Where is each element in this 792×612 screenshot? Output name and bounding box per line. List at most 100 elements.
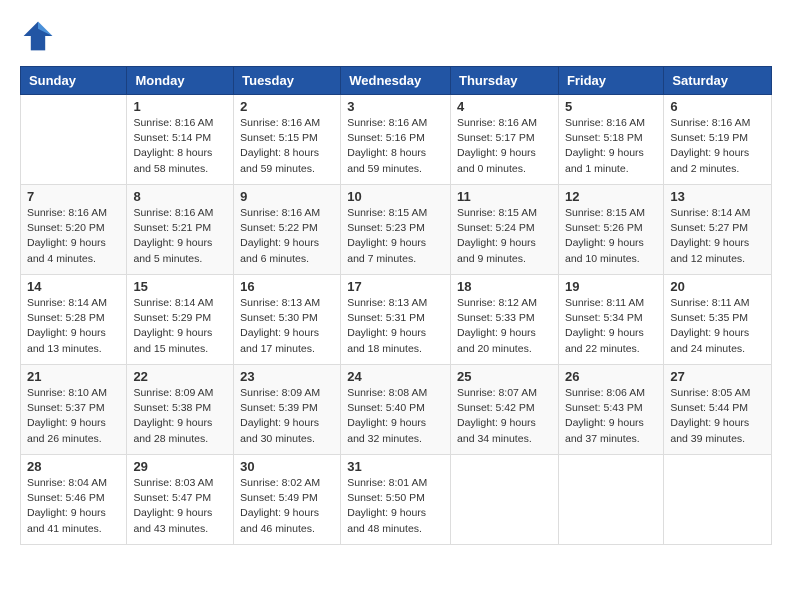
day-number: 23 <box>240 369 334 384</box>
calendar-header-row: SundayMondayTuesdayWednesdayThursdayFrid… <box>21 67 772 95</box>
day-info: Sunrise: 8:16 AMSunset: 5:21 PMDaylight:… <box>133 206 227 267</box>
calendar-day-cell: 20 Sunrise: 8:11 AMSunset: 5:35 PMDaylig… <box>664 275 772 365</box>
day-number: 10 <box>347 189 444 204</box>
calendar-day-cell: 14 Sunrise: 8:14 AMSunset: 5:28 PMDaylig… <box>21 275 127 365</box>
day-number: 9 <box>240 189 334 204</box>
day-info: Sunrise: 8:14 AMSunset: 5:28 PMDaylight:… <box>27 296 120 357</box>
calendar-day-cell: 25 Sunrise: 8:07 AMSunset: 5:42 PMDaylig… <box>451 365 559 455</box>
day-info: Sunrise: 8:08 AMSunset: 5:40 PMDaylight:… <box>347 386 444 447</box>
weekday-header: Monday <box>127 67 234 95</box>
calendar-week-row: 1 Sunrise: 8:16 AMSunset: 5:14 PMDayligh… <box>21 95 772 185</box>
calendar-day-cell <box>451 455 559 545</box>
day-number: 15 <box>133 279 227 294</box>
day-number: 19 <box>565 279 657 294</box>
day-info: Sunrise: 8:16 AMSunset: 5:17 PMDaylight:… <box>457 116 552 177</box>
day-number: 7 <box>27 189 120 204</box>
day-number: 1 <box>133 99 227 114</box>
day-info: Sunrise: 8:16 AMSunset: 5:18 PMDaylight:… <box>565 116 657 177</box>
day-info: Sunrise: 8:16 AMSunset: 5:15 PMDaylight:… <box>240 116 334 177</box>
day-info: Sunrise: 8:07 AMSunset: 5:42 PMDaylight:… <box>457 386 552 447</box>
day-info: Sunrise: 8:16 AMSunset: 5:20 PMDaylight:… <box>27 206 120 267</box>
calendar-table: SundayMondayTuesdayWednesdayThursdayFrid… <box>20 66 772 545</box>
day-number: 22 <box>133 369 227 384</box>
logo-icon <box>20 18 56 54</box>
calendar-day-cell <box>664 455 772 545</box>
day-number: 6 <box>670 99 765 114</box>
day-number: 5 <box>565 99 657 114</box>
day-info: Sunrise: 8:12 AMSunset: 5:33 PMDaylight:… <box>457 296 552 357</box>
day-info: Sunrise: 8:16 AMSunset: 5:16 PMDaylight:… <box>347 116 444 177</box>
day-info: Sunrise: 8:04 AMSunset: 5:46 PMDaylight:… <box>27 476 120 537</box>
day-info: Sunrise: 8:14 AMSunset: 5:29 PMDaylight:… <box>133 296 227 357</box>
calendar-day-cell: 9 Sunrise: 8:16 AMSunset: 5:22 PMDayligh… <box>234 185 341 275</box>
calendar-week-row: 21 Sunrise: 8:10 AMSunset: 5:37 PMDaylig… <box>21 365 772 455</box>
calendar-day-cell: 26 Sunrise: 8:06 AMSunset: 5:43 PMDaylig… <box>558 365 663 455</box>
day-info: Sunrise: 8:16 AMSunset: 5:19 PMDaylight:… <box>670 116 765 177</box>
calendar-day-cell: 22 Sunrise: 8:09 AMSunset: 5:38 PMDaylig… <box>127 365 234 455</box>
day-number: 26 <box>565 369 657 384</box>
calendar-day-cell: 15 Sunrise: 8:14 AMSunset: 5:29 PMDaylig… <box>127 275 234 365</box>
weekday-header: Thursday <box>451 67 559 95</box>
day-number: 2 <box>240 99 334 114</box>
page-header <box>20 18 772 54</box>
calendar-day-cell: 3 Sunrise: 8:16 AMSunset: 5:16 PMDayligh… <box>341 95 451 185</box>
day-number: 14 <box>27 279 120 294</box>
calendar-day-cell: 13 Sunrise: 8:14 AMSunset: 5:27 PMDaylig… <box>664 185 772 275</box>
calendar-day-cell: 28 Sunrise: 8:04 AMSunset: 5:46 PMDaylig… <box>21 455 127 545</box>
calendar-day-cell <box>21 95 127 185</box>
day-number: 27 <box>670 369 765 384</box>
calendar-day-cell: 27 Sunrise: 8:05 AMSunset: 5:44 PMDaylig… <box>664 365 772 455</box>
calendar-day-cell: 23 Sunrise: 8:09 AMSunset: 5:39 PMDaylig… <box>234 365 341 455</box>
day-number: 17 <box>347 279 444 294</box>
day-number: 3 <box>347 99 444 114</box>
day-info: Sunrise: 8:11 AMSunset: 5:34 PMDaylight:… <box>565 296 657 357</box>
calendar-day-cell: 8 Sunrise: 8:16 AMSunset: 5:21 PMDayligh… <box>127 185 234 275</box>
weekday-header: Friday <box>558 67 663 95</box>
day-number: 25 <box>457 369 552 384</box>
logo <box>20 18 60 54</box>
day-info: Sunrise: 8:01 AMSunset: 5:50 PMDaylight:… <box>347 476 444 537</box>
day-info: Sunrise: 8:16 AMSunset: 5:22 PMDaylight:… <box>240 206 334 267</box>
day-info: Sunrise: 8:11 AMSunset: 5:35 PMDaylight:… <box>670 296 765 357</box>
day-number: 24 <box>347 369 444 384</box>
calendar-day-cell: 19 Sunrise: 8:11 AMSunset: 5:34 PMDaylig… <box>558 275 663 365</box>
calendar-day-cell: 17 Sunrise: 8:13 AMSunset: 5:31 PMDaylig… <box>341 275 451 365</box>
day-number: 16 <box>240 279 334 294</box>
day-number: 11 <box>457 189 552 204</box>
calendar-day-cell: 18 Sunrise: 8:12 AMSunset: 5:33 PMDaylig… <box>451 275 559 365</box>
day-info: Sunrise: 8:09 AMSunset: 5:38 PMDaylight:… <box>133 386 227 447</box>
day-info: Sunrise: 8:14 AMSunset: 5:27 PMDaylight:… <box>670 206 765 267</box>
day-info: Sunrise: 8:16 AMSunset: 5:14 PMDaylight:… <box>133 116 227 177</box>
calendar-day-cell: 29 Sunrise: 8:03 AMSunset: 5:47 PMDaylig… <box>127 455 234 545</box>
day-info: Sunrise: 8:15 AMSunset: 5:26 PMDaylight:… <box>565 206 657 267</box>
day-number: 18 <box>457 279 552 294</box>
day-number: 4 <box>457 99 552 114</box>
calendar-day-cell: 5 Sunrise: 8:16 AMSunset: 5:18 PMDayligh… <box>558 95 663 185</box>
calendar-day-cell: 1 Sunrise: 8:16 AMSunset: 5:14 PMDayligh… <box>127 95 234 185</box>
calendar-day-cell: 12 Sunrise: 8:15 AMSunset: 5:26 PMDaylig… <box>558 185 663 275</box>
calendar-day-cell: 7 Sunrise: 8:16 AMSunset: 5:20 PMDayligh… <box>21 185 127 275</box>
day-number: 28 <box>27 459 120 474</box>
day-number: 12 <box>565 189 657 204</box>
day-info: Sunrise: 8:15 AMSunset: 5:24 PMDaylight:… <box>457 206 552 267</box>
calendar-day-cell: 4 Sunrise: 8:16 AMSunset: 5:17 PMDayligh… <box>451 95 559 185</box>
day-number: 29 <box>133 459 227 474</box>
day-number: 30 <box>240 459 334 474</box>
day-info: Sunrise: 8:02 AMSunset: 5:49 PMDaylight:… <box>240 476 334 537</box>
calendar-day-cell: 24 Sunrise: 8:08 AMSunset: 5:40 PMDaylig… <box>341 365 451 455</box>
day-number: 21 <box>27 369 120 384</box>
weekday-header: Saturday <box>664 67 772 95</box>
day-info: Sunrise: 8:05 AMSunset: 5:44 PMDaylight:… <box>670 386 765 447</box>
calendar-day-cell: 6 Sunrise: 8:16 AMSunset: 5:19 PMDayligh… <box>664 95 772 185</box>
calendar-week-row: 28 Sunrise: 8:04 AMSunset: 5:46 PMDaylig… <box>21 455 772 545</box>
weekday-header: Tuesday <box>234 67 341 95</box>
day-number: 20 <box>670 279 765 294</box>
day-info: Sunrise: 8:03 AMSunset: 5:47 PMDaylight:… <box>133 476 227 537</box>
page-container: SundayMondayTuesdayWednesdayThursdayFrid… <box>0 0 792 555</box>
day-info: Sunrise: 8:06 AMSunset: 5:43 PMDaylight:… <box>565 386 657 447</box>
calendar-day-cell: 16 Sunrise: 8:13 AMSunset: 5:30 PMDaylig… <box>234 275 341 365</box>
day-info: Sunrise: 8:13 AMSunset: 5:30 PMDaylight:… <box>240 296 334 357</box>
calendar-week-row: 7 Sunrise: 8:16 AMSunset: 5:20 PMDayligh… <box>21 185 772 275</box>
day-info: Sunrise: 8:13 AMSunset: 5:31 PMDaylight:… <box>347 296 444 357</box>
weekday-header: Sunday <box>21 67 127 95</box>
